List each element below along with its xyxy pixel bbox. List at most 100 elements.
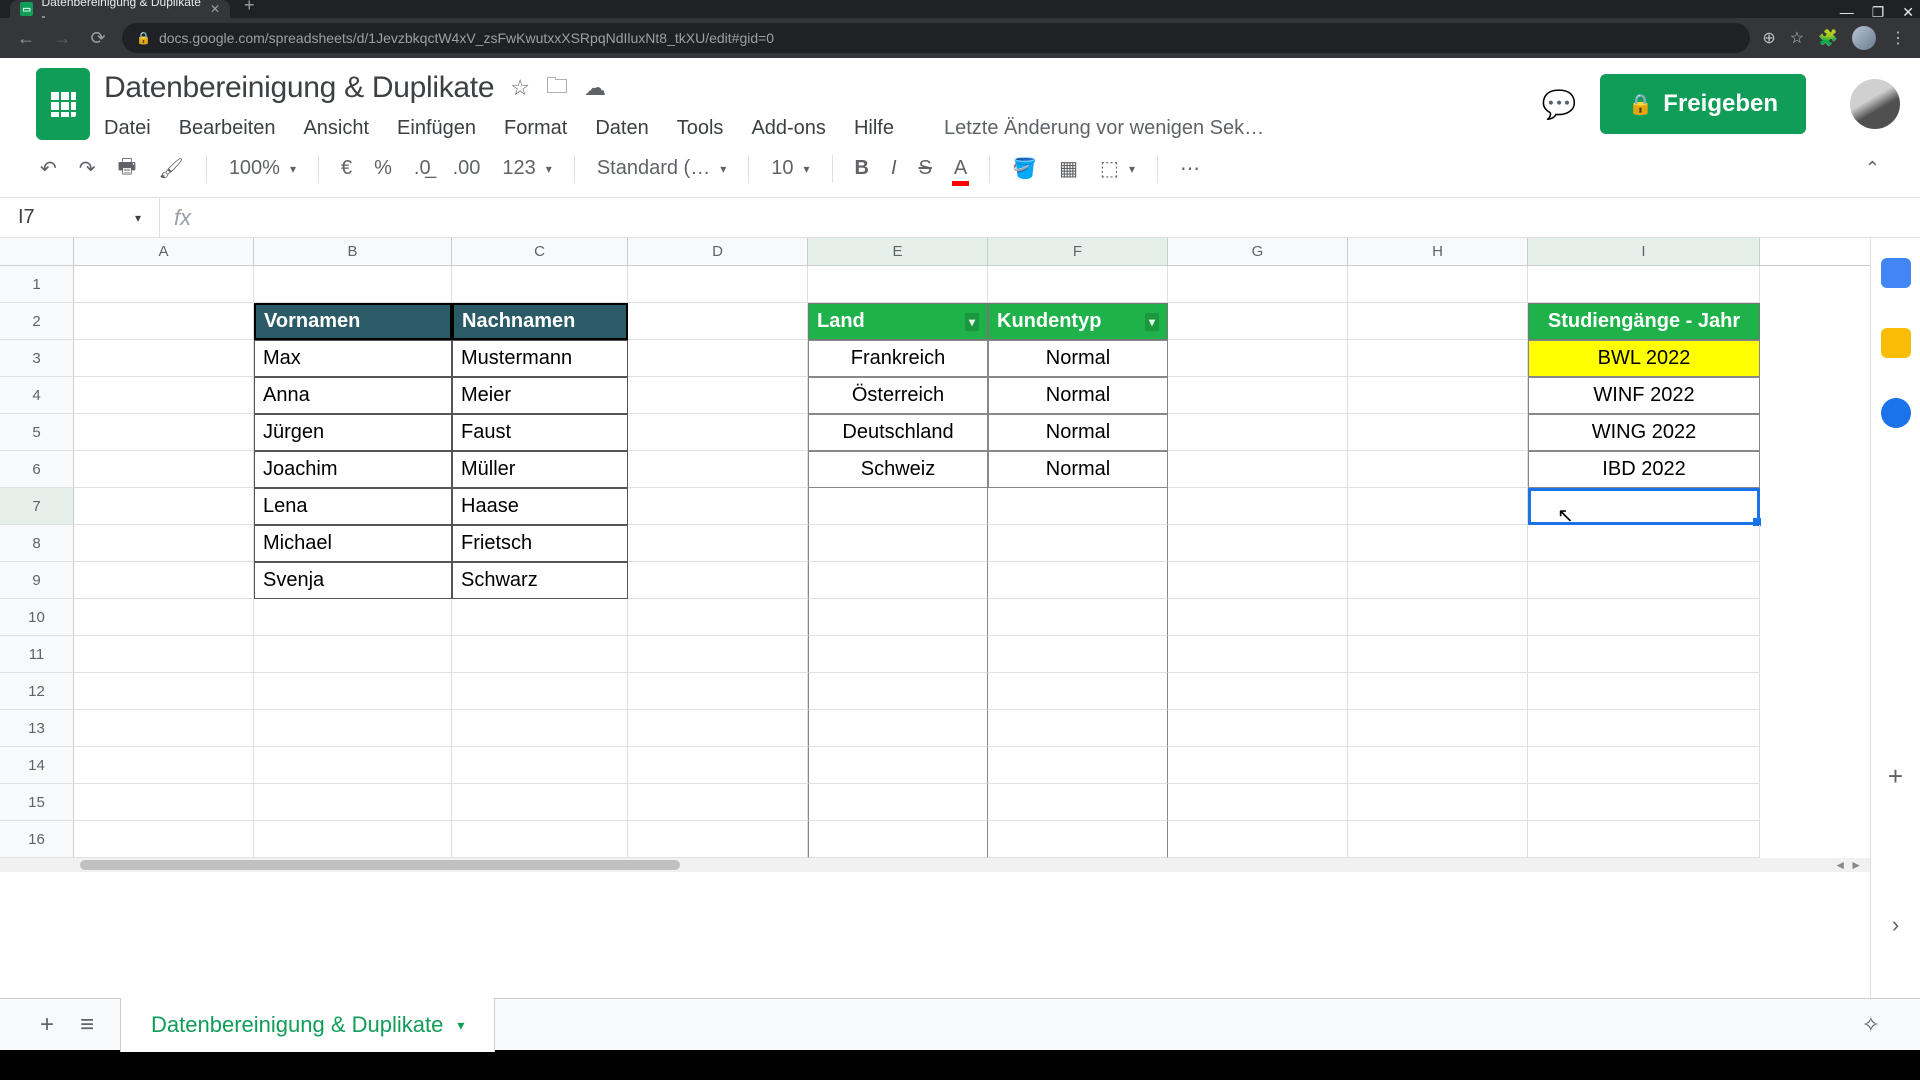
col-header-F[interactable]: F: [988, 238, 1168, 265]
browser-profile-avatar[interactable]: [1852, 26, 1876, 50]
last-change-text[interactable]: Letzte Änderung vor wenigen Sek…: [944, 117, 1264, 140]
select-all-corner[interactable]: [0, 238, 74, 266]
table-cell[interactable]: Österreich: [808, 377, 988, 414]
row-header[interactable]: 16: [0, 821, 74, 858]
menu-tools[interactable]: Tools: [677, 117, 724, 140]
extensions-icon[interactable]: 🧩: [1818, 28, 1838, 48]
percent-button[interactable]: %: [374, 157, 392, 180]
spreadsheet-grid[interactable]: A B C D E F G H I 1 2: [0, 238, 1870, 998]
row-header[interactable]: 15: [0, 784, 74, 821]
add-sheet-button[interactable]: +: [40, 1011, 54, 1039]
print-icon[interactable]: 🖶: [118, 152, 137, 186]
new-tab-button[interactable]: +: [244, 0, 255, 16]
sheets-logo-icon[interactable]: [36, 68, 90, 140]
table-cell[interactable]: BWL 2022: [1528, 340, 1760, 377]
sheet-tab-menu-icon[interactable]: ▾: [457, 1017, 464, 1034]
address-bar[interactable]: 🔒 docs.google.com/spreadsheets/d/1Jevzbk…: [122, 23, 1750, 53]
explore-icon[interactable]: ✧: [1862, 1012, 1880, 1038]
reload-icon[interactable]: ⟳: [86, 28, 110, 49]
zoom-icon[interactable]: ⊕: [1762, 28, 1775, 48]
browser-menu-icon[interactable]: ⋮: [1890, 28, 1906, 48]
col-header-B[interactable]: B: [254, 238, 452, 265]
row-header[interactable]: 6: [0, 451, 74, 488]
doc-title[interactable]: Datenbereinigung & Duplikate: [104, 71, 494, 105]
table-cell[interactable]: Normal: [988, 414, 1168, 451]
window-maximize-icon[interactable]: ❐: [1872, 4, 1885, 21]
tasks-icon[interactable]: [1881, 398, 1911, 428]
table2-header[interactable]: Kundentyp▾: [988, 303, 1168, 340]
menu-view[interactable]: Ansicht: [303, 117, 369, 140]
table-cell[interactable]: Joachim: [254, 451, 452, 488]
table-cell[interactable]: Haase: [452, 488, 628, 525]
table-cell[interactable]: Deutschland: [808, 414, 988, 451]
menu-edit[interactable]: Bearbeiten: [179, 117, 276, 140]
table-cell[interactable]: Normal: [988, 377, 1168, 414]
row-header[interactable]: 12: [0, 673, 74, 710]
col-header-C[interactable]: C: [452, 238, 628, 265]
share-button[interactable]: 🔒 Freigeben: [1600, 74, 1806, 134]
paint-format-icon[interactable]: 🖌: [158, 156, 183, 181]
table-cell[interactable]: Mustermann: [452, 340, 628, 377]
strikethrough-button[interactable]: S: [919, 157, 932, 180]
row-header[interactable]: 7: [0, 488, 74, 525]
table2-header[interactable]: Land▾: [808, 303, 988, 340]
fill-color-icon[interactable]: 🪣: [1012, 156, 1037, 181]
italic-button[interactable]: I: [891, 157, 897, 180]
borders-icon[interactable]: ▦: [1059, 156, 1078, 181]
horizontal-scrollbar[interactable]: ◄►: [0, 858, 1870, 872]
table-cell[interactable]: Meier: [452, 377, 628, 414]
table-cell[interactable]: Anna: [254, 377, 452, 414]
back-icon[interactable]: ←: [14, 28, 38, 49]
table-cell[interactable]: WING 2022: [1528, 414, 1760, 451]
collapse-toolbar-icon[interactable]: ⌃: [1865, 158, 1880, 179]
table-cell[interactable]: Normal: [988, 340, 1168, 377]
table-cell[interactable]: Michael: [254, 525, 452, 562]
menu-file[interactable]: Datei: [104, 117, 151, 140]
row-header[interactable]: 13: [0, 710, 74, 747]
table3-header[interactable]: Studiengänge - Jahr: [1528, 303, 1760, 340]
row-header[interactable]: 1: [0, 266, 74, 303]
table-cell[interactable]: Müller: [452, 451, 628, 488]
window-minimize-icon[interactable]: —: [1840, 4, 1854, 21]
calendar-icon[interactable]: [1881, 258, 1911, 288]
merge-cells-dropdown[interactable]: ⬚: [1100, 156, 1135, 181]
col-header-D[interactable]: D: [628, 238, 808, 265]
table-cell[interactable]: Jürgen: [254, 414, 452, 451]
table-cell[interactable]: Schwarz: [452, 562, 628, 599]
row-header[interactable]: 11: [0, 636, 74, 673]
undo-icon[interactable]: ↶: [40, 156, 57, 181]
move-icon[interactable]: 🗀: [546, 69, 568, 107]
formula-bar[interactable]: [205, 198, 1920, 237]
table-cell[interactable]: Svenja: [254, 562, 452, 599]
increase-decimal-icon[interactable]: .00: [453, 157, 481, 180]
sheet-tab[interactable]: Datenbereinigung & Duplikate▾: [120, 997, 495, 1052]
table-cell[interactable]: Frietsch: [452, 525, 628, 562]
name-box[interactable]: I7▾: [0, 198, 160, 237]
tab-close-icon[interactable]: ✕: [210, 2, 220, 16]
row-header[interactable]: 9: [0, 562, 74, 599]
table1-header[interactable]: Nachnamen: [452, 303, 628, 340]
filter-icon[interactable]: ▾: [1145, 313, 1159, 331]
bold-button[interactable]: B: [855, 157, 869, 180]
table-cell[interactable]: WINF 2022: [1528, 377, 1760, 414]
number-format-dropdown[interactable]: 123: [502, 157, 551, 180]
table-cell[interactable]: Faust: [452, 414, 628, 451]
bookmark-icon[interactable]: ☆: [1790, 28, 1804, 48]
cloud-status-icon[interactable]: ☁: [584, 75, 606, 101]
row-header[interactable]: 14: [0, 747, 74, 784]
all-sheets-button[interactable]: ≡: [80, 1011, 94, 1039]
account-avatar[interactable]: [1850, 79, 1900, 129]
addons-plus-icon[interactable]: +: [1888, 761, 1903, 792]
col-header-E[interactable]: E: [808, 238, 988, 265]
row-header[interactable]: 8: [0, 525, 74, 562]
zoom-dropdown[interactable]: 100%: [229, 157, 296, 180]
table-cell[interactable]: Schweiz: [808, 451, 988, 488]
browser-tab[interactable]: ▭ Datenbereinigung & Duplikate - ✕: [10, 0, 230, 18]
text-color-button[interactable]: A: [954, 157, 967, 180]
table1-header[interactable]: Vornamen: [254, 303, 452, 340]
decrease-decimal-icon[interactable]: .0̲: [414, 157, 431, 180]
table-cell[interactable]: Frankreich: [808, 340, 988, 377]
menu-insert[interactable]: Einfügen: [397, 117, 476, 140]
hide-side-panel-icon[interactable]: ›: [1892, 912, 1899, 938]
col-header-I[interactable]: I: [1528, 238, 1760, 265]
